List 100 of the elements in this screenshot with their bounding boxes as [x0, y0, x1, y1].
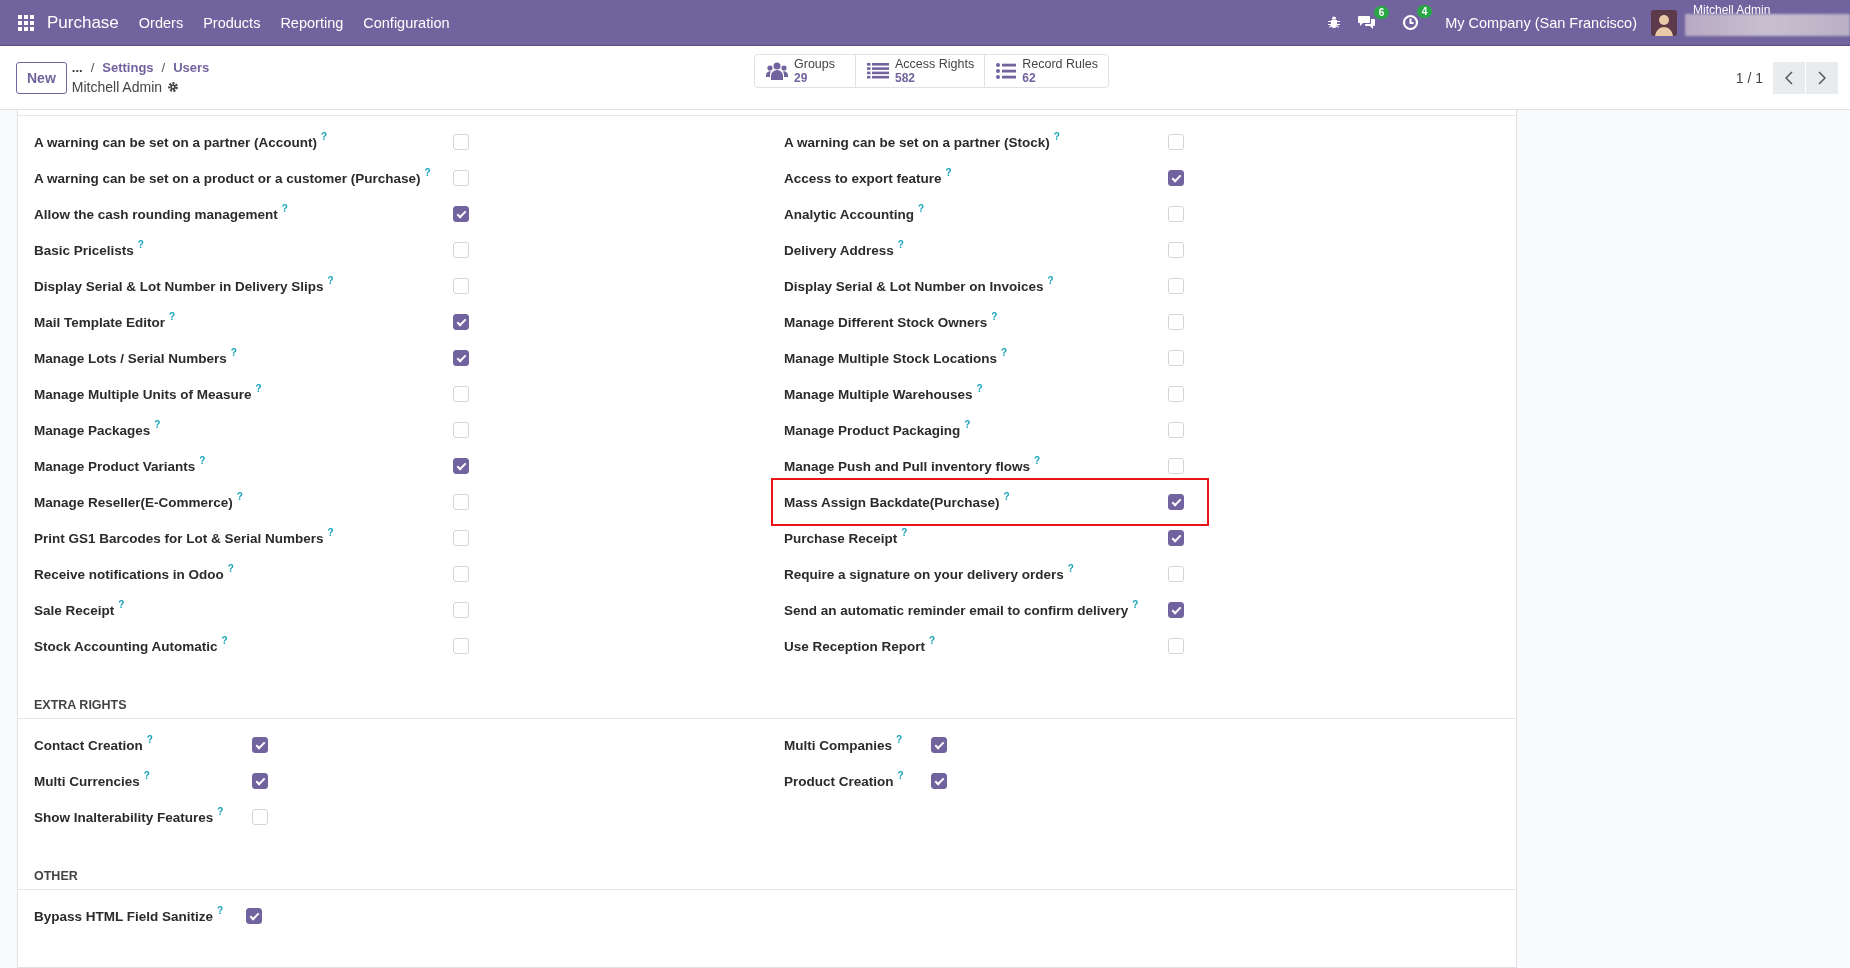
- field-label: Mass Assign Backdate(Purchase): [784, 494, 1000, 510]
- checkbox[interactable]: [931, 737, 947, 753]
- help-tooltip-icon[interactable]: ?: [221, 634, 228, 646]
- gear-icon[interactable]: [167, 81, 180, 93]
- pager-value: 1 / 1: [1735, 69, 1763, 86]
- bug-icon[interactable]: [1328, 16, 1341, 29]
- help-tooltip-icon[interactable]: ?: [199, 454, 206, 466]
- chevron-right-icon: [1818, 70, 1826, 85]
- nav-menu-item[interactable]: Orders: [138, 14, 184, 31]
- field-label: Manage Product Packaging: [784, 422, 961, 438]
- help-tooltip-icon[interactable]: ?: [991, 310, 998, 322]
- field-label: Mail Template Editor: [34, 314, 166, 330]
- nav-menu-item[interactable]: Reporting: [280, 14, 344, 31]
- stat-button[interactable]: Groups 29: [754, 54, 856, 88]
- nav-menu-item[interactable]: Products: [203, 14, 261, 31]
- breadcrumb-separator: /: [161, 60, 166, 75]
- checkbox[interactable]: [1168, 494, 1184, 510]
- breadcrumb-link[interactable]: Settings: [102, 60, 154, 75]
- stat-button[interactable]: Record Rules 62: [984, 54, 1109, 88]
- stat-label: Record Rules: [1022, 57, 1098, 71]
- help-tooltip-icon[interactable]: ?: [918, 202, 925, 214]
- field-label: Display Serial & Lot Number on Invoices: [784, 278, 1044, 294]
- activity-count-badge: 4: [1416, 5, 1433, 18]
- field-label: Bypass HTML Field Sanitize: [34, 908, 214, 924]
- help-tooltip-icon[interactable]: ?: [321, 130, 328, 142]
- checkbox[interactable]: [246, 908, 262, 924]
- stat-button[interactable]: Access Rights 582: [855, 54, 986, 88]
- field-label: Product Creation: [784, 773, 894, 789]
- field-label: Multi Currencies: [34, 773, 140, 789]
- checkbox[interactable]: [1168, 530, 1184, 546]
- help-tooltip-icon[interactable]: ?: [118, 598, 125, 610]
- field-label: Manage Multiple Units of Measure: [34, 386, 252, 402]
- help-tooltip-icon[interactable]: ?: [154, 418, 161, 430]
- app-name[interactable]: Purchase: [47, 12, 119, 33]
- help-tooltip-icon[interactable]: ?: [1047, 274, 1054, 286]
- previous-button[interactable]: [1773, 61, 1805, 94]
- help-tooltip-icon[interactable]: ?: [1053, 130, 1060, 142]
- help-tooltip-icon[interactable]: ?: [929, 634, 936, 646]
- checkbox[interactable]: [453, 314, 469, 330]
- checkbox[interactable]: [453, 350, 469, 366]
- avatar-icon[interactable]: [1651, 9, 1677, 36]
- company-switcher[interactable]: My Company (San Francisco): [1445, 14, 1637, 31]
- help-tooltip-icon[interactable]: ?: [230, 346, 237, 358]
- checkbox[interactable]: [252, 737, 268, 753]
- help-tooltip-icon[interactable]: ?: [1003, 490, 1010, 502]
- help-tooltip-icon[interactable]: ?: [227, 562, 234, 574]
- help-tooltip-icon[interactable]: ?: [964, 418, 971, 430]
- checkbox[interactable]: [453, 458, 469, 474]
- help-tooltip-icon[interactable]: ?: [236, 490, 243, 502]
- user-name[interactable]: Mitchell Admin: [1693, 3, 1771, 16]
- field-label: Manage Different Stock Owners: [784, 314, 988, 330]
- help-tooltip-icon[interactable]: ?: [255, 382, 262, 394]
- help-tooltip-icon[interactable]: ?: [976, 382, 983, 394]
- help-tooltip-icon[interactable]: ?: [217, 904, 224, 916]
- help-tooltip-icon[interactable]: ?: [1067, 562, 1074, 574]
- help-tooltip-icon[interactable]: ?: [327, 526, 334, 538]
- section-heading: OTHER: [34, 869, 79, 884]
- field-label: A warning can be set on a partner (Stock): [784, 134, 1050, 150]
- help-tooltip-icon[interactable]: ?: [1034, 454, 1041, 466]
- breadcrumb-link[interactable]: ...: [71, 60, 83, 75]
- help-tooltip-icon[interactable]: ?: [424, 166, 431, 178]
- field-label: Delivery Address: [784, 242, 894, 258]
- help-tooltip-icon[interactable]: ?: [146, 733, 153, 745]
- stat-label: Groups: [794, 57, 835, 71]
- field-label: Send an automatic reminder email to confirm delivery: [784, 602, 1129, 618]
- help-tooltip-icon[interactable]: ?: [1001, 346, 1008, 358]
- field-label: Require a signature on your delivery orders: [784, 566, 1064, 582]
- field-label: Stock Accounting Automatic: [34, 638, 218, 654]
- checkbox[interactable]: [1168, 602, 1184, 618]
- help-tooltip-icon[interactable]: ?: [137, 238, 144, 250]
- help-tooltip-icon[interactable]: ?: [1132, 598, 1139, 610]
- help-tooltip-icon[interactable]: ?: [896, 733, 903, 745]
- help-tooltip-icon[interactable]: ?: [945, 166, 952, 178]
- help-tooltip-icon[interactable]: ?: [169, 310, 176, 322]
- help-tooltip-icon[interactable]: ?: [327, 274, 334, 286]
- checkbox[interactable]: [1168, 170, 1184, 186]
- breadcrumb-link[interactable]: Users: [173, 60, 210, 75]
- help-tooltip-icon[interactable]: ?: [217, 805, 224, 817]
- field-label: Manage Multiple Stock Locations: [784, 350, 998, 366]
- field-label: Manage Push and Pull inventory flows: [784, 458, 1031, 474]
- checkbox[interactable]: [931, 773, 947, 789]
- help-tooltip-icon[interactable]: ?: [281, 202, 288, 214]
- chevron-left-icon: [1785, 70, 1793, 85]
- new-button[interactable]: New: [16, 61, 67, 94]
- field-label: Manage Reseller(E-Commerce): [34, 494, 233, 510]
- checkbox[interactable]: [453, 206, 469, 222]
- checkbox[interactable]: [252, 773, 268, 789]
- help-tooltip-icon[interactable]: ?: [897, 769, 904, 781]
- section-heading: EXTRA RIGHTS: [34, 698, 128, 713]
- apps-menu-icon[interactable]: [18, 14, 34, 31]
- nav-menu-item[interactable]: Configuration: [363, 14, 450, 31]
- next-button[interactable]: [1806, 61, 1838, 94]
- field-label: Multi Companies: [784, 737, 892, 753]
- help-tooltip-icon[interactable]: ?: [901, 526, 908, 538]
- clock-icon[interactable]: [1402, 14, 1420, 31]
- field-label: Print GS1 Barcodes for Lot & Serial Numbers: [34, 530, 324, 546]
- help-tooltip-icon[interactable]: ?: [897, 238, 904, 250]
- field-label: Manage Multiple Warehouses: [784, 386, 973, 402]
- chat-icon[interactable]: [1358, 15, 1377, 30]
- help-tooltip-icon[interactable]: ?: [143, 769, 150, 781]
